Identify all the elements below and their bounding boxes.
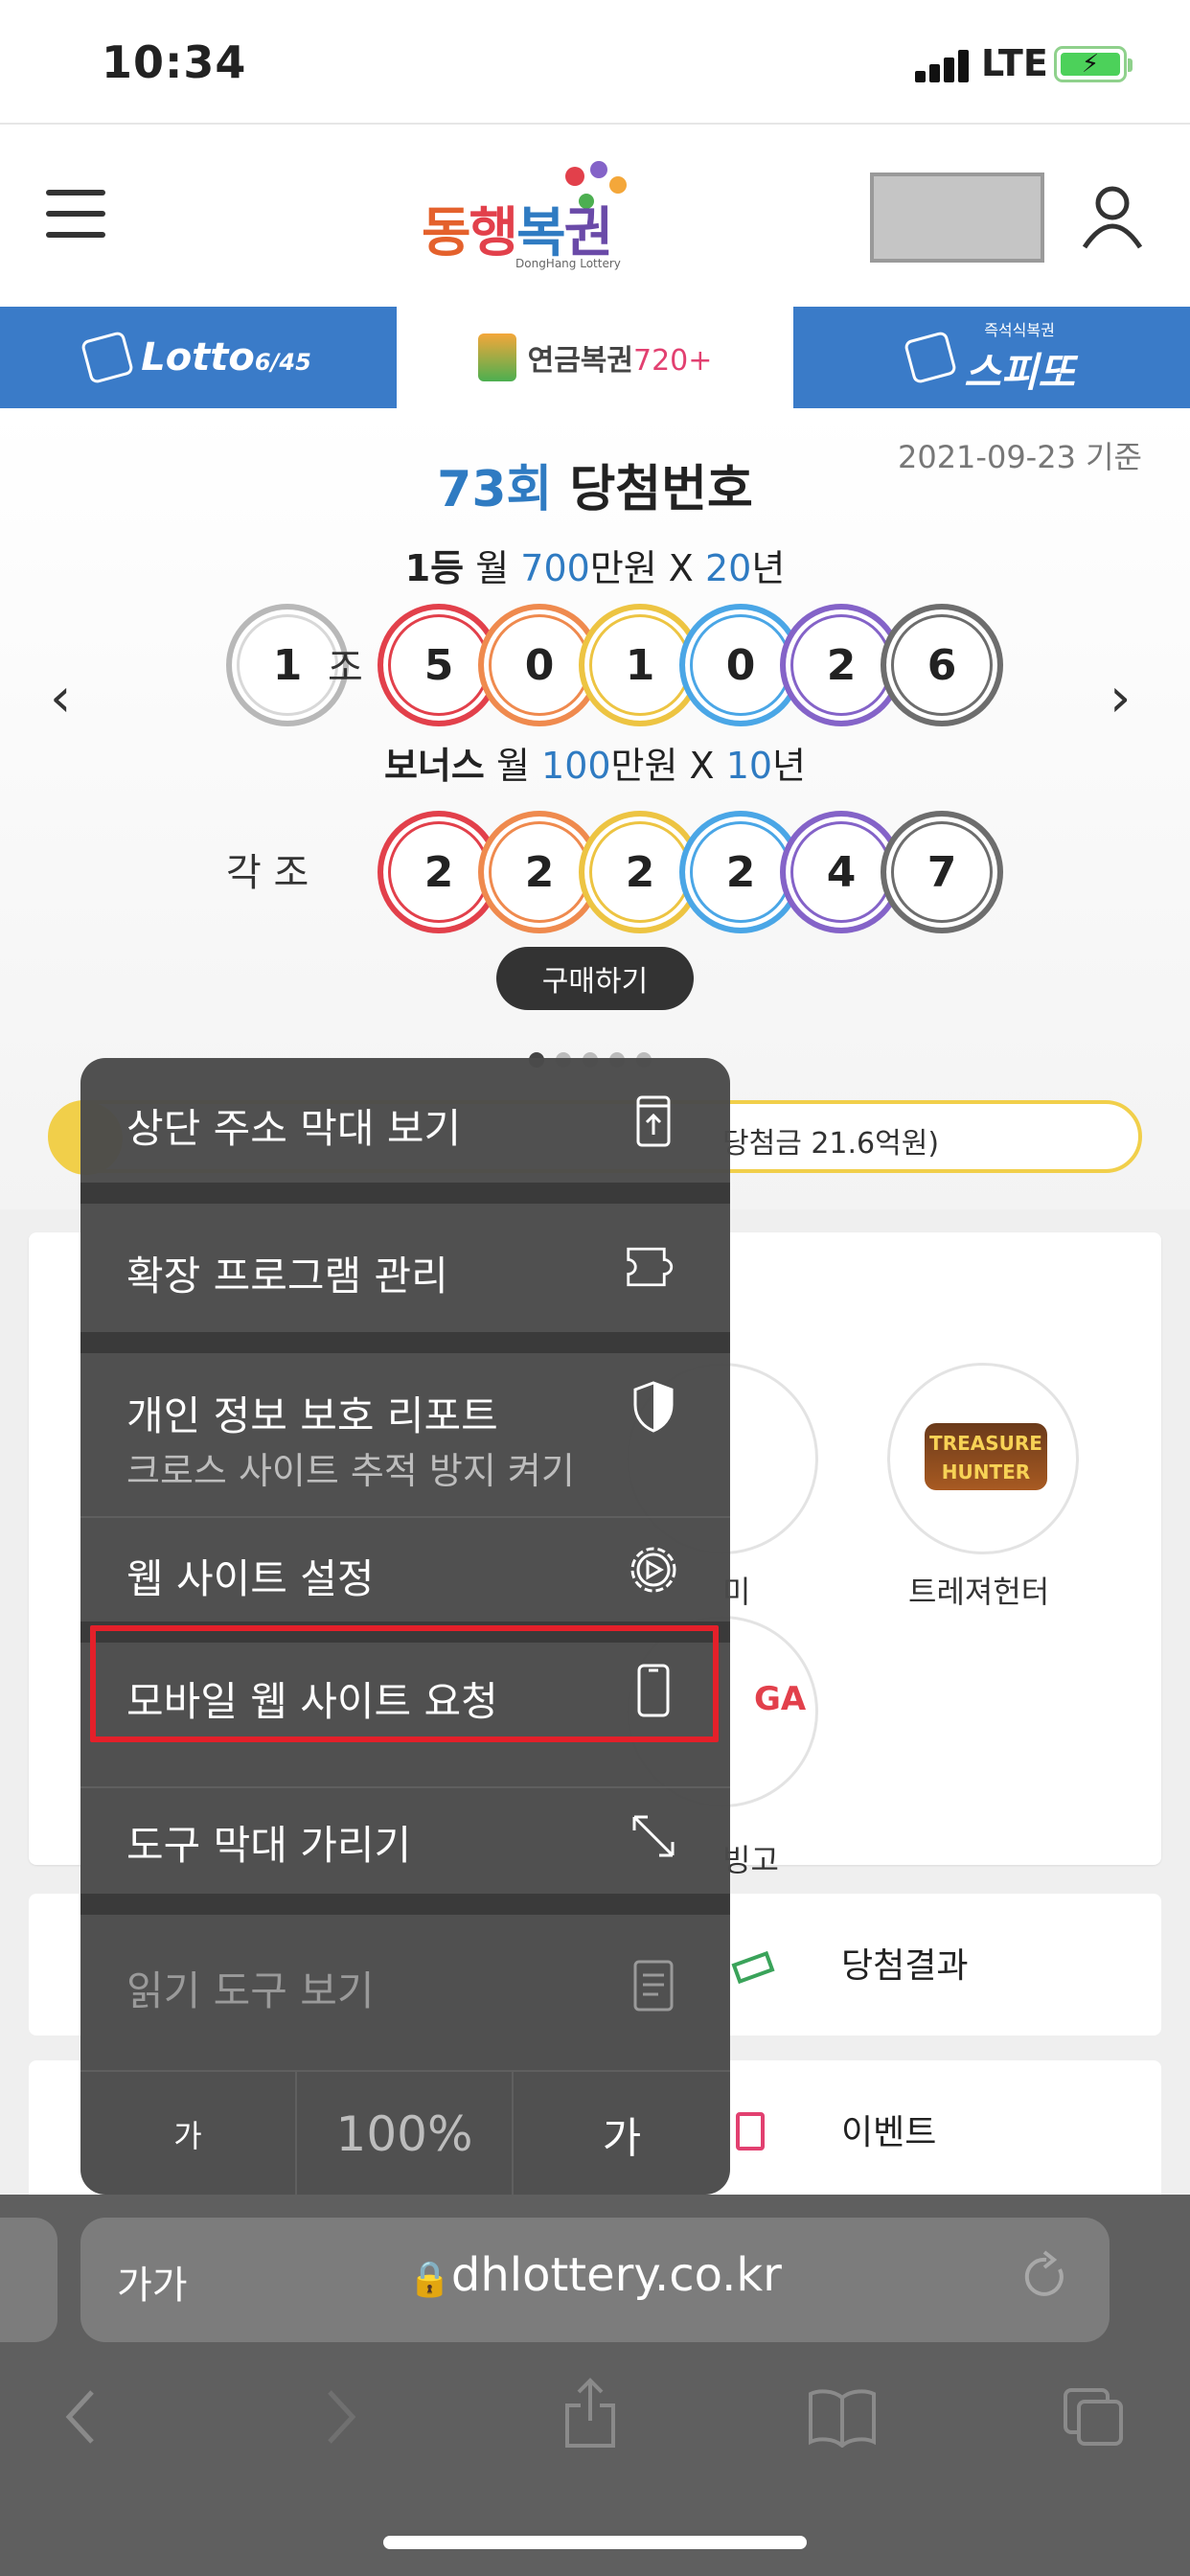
bonus-group-label: 각 조 bbox=[226, 851, 309, 895]
menu-item-label: 상단 주소 막대 보기 bbox=[126, 1105, 462, 1152]
tab-speetto-sub: 즉석식복권 bbox=[984, 320, 1055, 339]
first-prize-years: 20 bbox=[704, 547, 752, 589]
zoom-out-button[interactable]: 가 bbox=[80, 2072, 295, 2195]
link-label: 이벤트 bbox=[841, 2113, 937, 2152]
round-title-text: 당첨번호 bbox=[569, 461, 753, 518]
group-label: 조 bbox=[328, 646, 363, 690]
bingo-logo: GA bbox=[754, 1680, 807, 1718]
tab-pension-suffix: 720+ bbox=[633, 344, 713, 378]
menu-item-label: 도구 막대 가리기 bbox=[126, 1822, 412, 1869]
logo-subtext: DongHang Lottery bbox=[515, 257, 621, 270]
zoom-level: 100% bbox=[295, 2072, 512, 2195]
status-time: 10:34 bbox=[102, 36, 247, 88]
treasure-hunter-logo: TREASURE HUNTER bbox=[925, 1423, 1047, 1490]
number-ball: 6 bbox=[881, 604, 1003, 726]
reader-icon bbox=[625, 1957, 682, 2014]
tab-lotto-suffix: 6/45 bbox=[254, 349, 311, 376]
battery-icon: ⚡ bbox=[1054, 46, 1133, 82]
first-prize-years-unit: 년 bbox=[751, 547, 786, 589]
tab-pension[interactable]: 연금복권720+ bbox=[397, 307, 793, 408]
puzzle-icon bbox=[625, 1238, 682, 1296]
menu-item-label: 개인 정보 보호 리포트 bbox=[126, 1392, 498, 1439]
menu-item-privacy-report[interactable]: 개인 정보 보호 리포트 크로스 사이트 추적 방지 켜기 bbox=[80, 1353, 730, 1516]
tab-lotto[interactable]: Lotto6/45 bbox=[0, 307, 397, 408]
bonus-prize-rank: 보너스 bbox=[383, 745, 485, 787]
top-address-bar-icon bbox=[625, 1092, 682, 1150]
highlight-box bbox=[90, 1625, 719, 1742]
buy-button[interactable]: 구매하기 bbox=[496, 947, 694, 1010]
link-label: 당첨결과 bbox=[841, 1946, 969, 1986]
game-item-treasure-hunter[interactable]: TREASURE HUNTER bbox=[887, 1363, 1079, 1554]
home-indicator bbox=[383, 2536, 807, 2549]
lock-icon: 🔒 bbox=[408, 2260, 451, 2299]
tab-lotto-label: Lotto bbox=[141, 335, 255, 380]
bonus-prize-years-unit: 년 bbox=[772, 745, 807, 787]
menu-item-hide-toolbar[interactable]: 도구 막대 가리기 bbox=[80, 1788, 730, 1894]
first-prize-unit: 만원 X bbox=[589, 547, 694, 589]
round-number: 73회 bbox=[437, 461, 553, 518]
bonus-ball: 7 bbox=[881, 811, 1003, 933]
browser-toolbar: 가가 🔒dhlottery.co.kr bbox=[0, 2195, 1190, 2576]
hamburger-menu-icon[interactable] bbox=[46, 190, 105, 238]
notice-text: 당첨금 21.6억원) bbox=[722, 1127, 940, 1161]
menu-item-sublabel: 크로스 사이트 추적 방지 켜기 bbox=[126, 1450, 575, 1492]
menu-item-manage-extensions[interactable]: 확장 프로그램 관리 bbox=[80, 1204, 730, 1332]
first-numbers-row: 1 조 5 0 1 0 2 6 bbox=[0, 604, 1190, 738]
bookmarks-icon[interactable] bbox=[807, 2386, 878, 2451]
bonus-prize-amount: 100 bbox=[541, 745, 611, 787]
bonus-prize-line: 보너스 월 100만원 X 10년 bbox=[0, 736, 1190, 789]
tab-speetto[interactable]: 즉석식복권 스피또 bbox=[793, 307, 1190, 408]
shield-icon bbox=[625, 1378, 682, 1436]
tab-pension-label: 연금복권 bbox=[527, 344, 633, 378]
page-menu-popup: 상단 주소 막대 보기 확장 프로그램 관리 개인 정보 보호 리포트 크로스 … bbox=[80, 1058, 730, 2195]
forward-icon[interactable] bbox=[322, 2386, 360, 2451]
back-icon[interactable] bbox=[61, 2386, 100, 2451]
url-label: dhlottery.co.kr bbox=[450, 2248, 782, 2302]
menu-item-label: 웹 사이트 설정 bbox=[126, 1555, 375, 1602]
redacted-box bbox=[870, 172, 1044, 263]
round-title: 73회 당첨번호 bbox=[0, 448, 1190, 520]
site-logo[interactable]: 동행복권 DongHang Lottery bbox=[422, 161, 652, 276]
menu-item-website-settings[interactable]: 웹 사이트 설정 bbox=[80, 1518, 730, 1622]
menu-item-label: 읽기 도구 보기 bbox=[126, 1967, 375, 2014]
tab-speetto-label: 스피또 bbox=[964, 348, 1075, 396]
signal-icon bbox=[915, 50, 969, 82]
tabs-icon[interactable] bbox=[1062, 2386, 1127, 2451]
first-prize-amount: 700 bbox=[520, 547, 590, 589]
address-bar[interactable]: 가가 🔒dhlottery.co.kr bbox=[80, 2218, 1110, 2342]
reload-icon[interactable] bbox=[1018, 2248, 1071, 2310]
expand-icon bbox=[625, 1807, 682, 1865]
first-prize-line: 1등 월 700만원 X 20년 bbox=[0, 539, 1190, 591]
first-prize-rank: 1등 bbox=[404, 547, 465, 589]
share-icon[interactable] bbox=[561, 2377, 619, 2453]
zoom-controls: 가 100% 가 bbox=[80, 2070, 730, 2195]
bonus-prize-years: 10 bbox=[725, 745, 773, 787]
bonus-prize-monthly: 월 bbox=[495, 745, 530, 787]
pension-icon bbox=[477, 334, 516, 381]
gear-icon bbox=[625, 1541, 682, 1598]
menu-item-label: 확장 프로그램 관리 bbox=[126, 1253, 448, 1300]
url-text: 🔒dhlottery.co.kr bbox=[80, 2248, 1110, 2302]
bonus-numbers-row: 각 조 2 2 2 2 4 7 bbox=[0, 811, 1190, 945]
bonus-prize-unit: 만원 X bbox=[610, 745, 715, 787]
network-label: LTE bbox=[981, 42, 1048, 84]
status-bar: 10:34 LTE ⚡ bbox=[0, 0, 1190, 125]
menu-item-show-reader: 읽기 도구 보기 bbox=[80, 1915, 730, 2068]
speetto-icon bbox=[903, 330, 958, 385]
lottery-tabs: Lotto6/45 연금복권720+ 즉석식복권 스피또 bbox=[0, 307, 1190, 408]
site-header: 동행복권 DongHang Lottery bbox=[0, 126, 1190, 307]
first-prize-monthly: 월 bbox=[475, 547, 510, 589]
lotto-icon bbox=[80, 330, 135, 385]
gift-icon bbox=[736, 2112, 765, 2150]
ticket-icon bbox=[731, 1950, 775, 1985]
game-label: 트레져헌터 bbox=[908, 1574, 1050, 1610]
zoom-in-button[interactable]: 가 bbox=[512, 2072, 730, 2195]
menu-item-show-top-address-bar[interactable]: 상단 주소 막대 보기 bbox=[80, 1058, 730, 1183]
previous-tab-edge[interactable] bbox=[0, 2218, 57, 2342]
logo-text: 동행복권 bbox=[422, 202, 613, 264]
user-icon[interactable] bbox=[1081, 184, 1144, 251]
game-label: 빙고 bbox=[722, 1842, 779, 1878]
